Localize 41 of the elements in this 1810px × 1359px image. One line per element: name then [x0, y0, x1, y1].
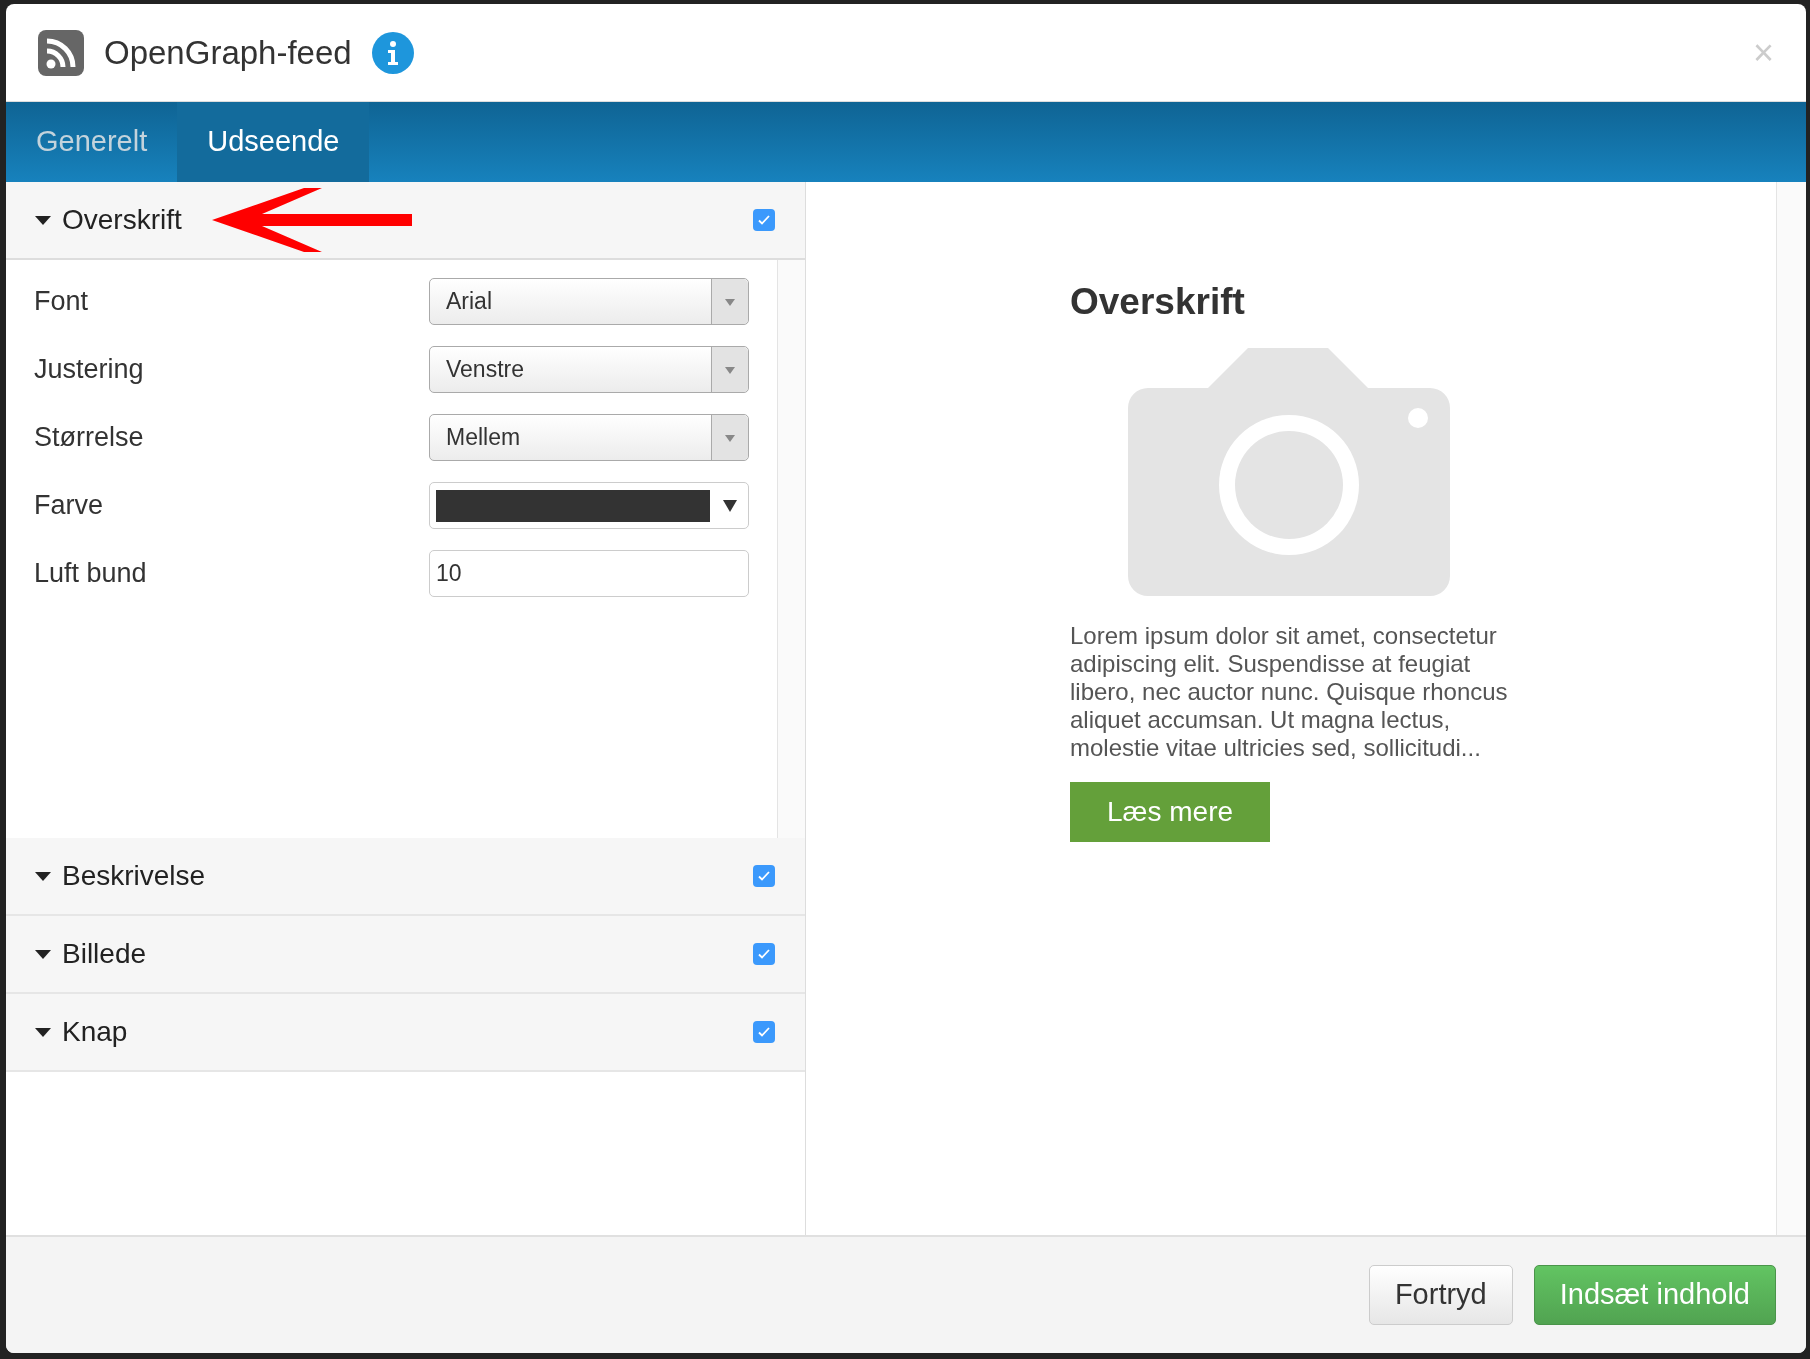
- select-field[interactable]: Mellem: [429, 414, 749, 461]
- check-icon: [757, 1025, 771, 1039]
- section-title: Beskrivelse: [62, 859, 206, 893]
- color-picker[interactable]: [429, 482, 749, 529]
- section-header[interactable]: Billede: [6, 916, 805, 994]
- check-icon: [757, 869, 771, 883]
- caret-icon: [724, 432, 736, 443]
- checkbox[interactable]: [753, 943, 775, 965]
- camera-icon: [1128, 347, 1450, 596]
- select-value: Mellem: [445, 423, 522, 453]
- check-icon: [757, 213, 771, 227]
- preview-text: Lorem ipsum dolor sit amet, consectetur adipiscing elit. Suspendisse at feugiat libero, nec auctor nunc. Quisque rhoncus aliquet accumsan. Ut magna lectus, molestie vitae ultricies sed, sollicitudi...: [1070, 621, 1509, 762]
- section-title: Billede: [62, 937, 147, 971]
- checkbox[interactable]: [753, 865, 775, 887]
- info-icon[interactable]: [371, 31, 414, 74]
- caret-icon: [722, 498, 738, 513]
- select-field[interactable]: Venstre: [429, 346, 749, 393]
- section-title: Knap: [62, 1015, 128, 1049]
- caret-icon: [724, 296, 736, 307]
- input-field[interactable]: 10: [429, 550, 749, 597]
- select-value: Arial: [445, 287, 493, 317]
- field-label: Font: [34, 285, 89, 319]
- cancel-button[interactable]: Fortryd: [1368, 1265, 1513, 1325]
- field-label: Størrelse: [34, 421, 144, 455]
- checkbox[interactable]: [753, 209, 775, 231]
- section-header[interactable]: Knap: [6, 994, 805, 1072]
- select-field[interactable]: Arial: [429, 278, 749, 325]
- field-label: Luft bund: [34, 557, 147, 591]
- select-value: Venstre: [445, 355, 525, 385]
- preview-heading: Overskrift: [1070, 280, 1245, 324]
- checkbox[interactable]: [753, 1021, 775, 1043]
- field-label: Farve: [34, 489, 104, 523]
- tab[interactable]: Udseende: [177, 102, 370, 182]
- check-icon: [757, 947, 771, 961]
- section-title: Overskrift: [62, 203, 182, 237]
- field-label: Justering: [34, 353, 144, 387]
- caret-icon: [724, 364, 736, 375]
- section-header[interactable]: Beskrivelse: [6, 838, 805, 916]
- section-header[interactable]: Overskrift: [6, 182, 805, 260]
- rss-feed-icon: [38, 29, 84, 76]
- dialog-title: OpenGraph-feed: [104, 32, 352, 73]
